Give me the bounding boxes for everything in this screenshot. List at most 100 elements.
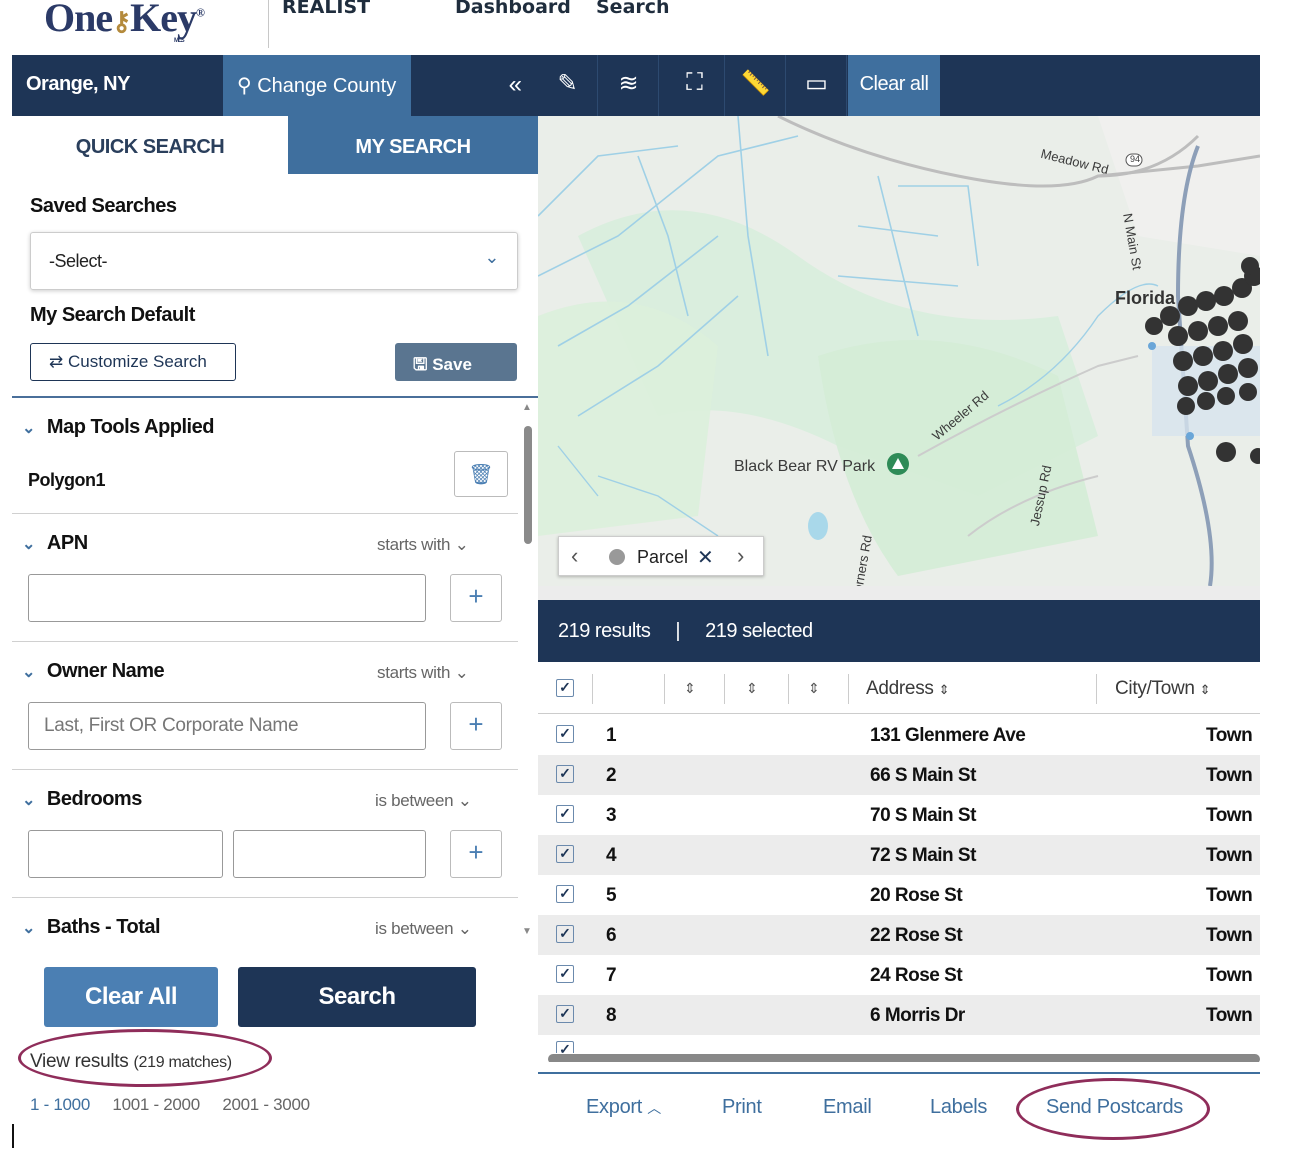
apn-section[interactable]: ⌄ APN	[22, 532, 88, 555]
bedrooms-max-input[interactable]	[233, 830, 426, 878]
column-divider	[788, 674, 789, 704]
onekey-logo[interactable]: One⚷Key® MLS	[44, 0, 205, 44]
table-row[interactable]: ✓ 1 131 Glenmere Ave Town	[538, 715, 1260, 755]
county-name: Orange, NY	[26, 73, 130, 95]
table-row[interactable]: ✓ 7 24 Rose St Town	[538, 955, 1260, 995]
scroll-up-icon[interactable]: ▲	[522, 402, 532, 413]
scroll-down-icon[interactable]: ▼	[522, 926, 532, 937]
table-row[interactable]: ✓ 5 20 Rose St Town	[538, 875, 1260, 915]
row-checkbox[interactable]: ✓	[556, 845, 574, 863]
row-checkbox[interactable]: ✓	[556, 925, 574, 943]
ruler-icon[interactable]: 📏	[726, 55, 786, 116]
save-button[interactable]: 🖫 Save	[395, 343, 517, 381]
add-apn-button[interactable]: +	[450, 574, 502, 622]
chevron-right-icon[interactable]: ›	[737, 543, 744, 569]
pencil-icon[interactable]: ✎	[538, 55, 598, 116]
select-all-checkbox[interactable]: ✓	[556, 679, 574, 697]
criteria-scrollbar[interactable]: ▲ ▼	[522, 402, 532, 937]
chevron-down-icon: ⌄	[454, 663, 469, 682]
sort-icon[interactable]: ⇕	[746, 680, 758, 697]
row-city: Town	[1206, 885, 1253, 906]
owner-condition-dropdown[interactable]: starts with ⌄	[377, 663, 469, 683]
map-marker-icon: ⚲	[237, 75, 252, 97]
row-checkbox[interactable]: ✓	[556, 725, 574, 743]
sort-icon[interactable]: ⇕	[684, 680, 696, 697]
chevron-left-icon[interactable]: ‹	[571, 543, 578, 569]
delete-polygon-button[interactable]: 🗑	[454, 451, 508, 497]
change-county-button[interactable]: ⚲ Change County	[223, 55, 411, 116]
baths-section[interactable]: ⌄ Baths - Total	[22, 916, 161, 939]
row-checkbox[interactable]: ✓	[556, 885, 574, 903]
apn-input[interactable]	[28, 574, 426, 622]
bedrooms-min-input[interactable]	[28, 830, 223, 878]
table-row-partial[interactable]: ✓	[538, 1035, 1260, 1053]
nav-dashboard[interactable]: Dashboard	[455, 0, 571, 18]
row-number: 3	[606, 805, 617, 826]
table-row[interactable]: ✓ 3 70 S Main St Town	[538, 795, 1260, 835]
page-link[interactable]: 1 - 1000	[30, 1095, 90, 1114]
tab-quick-search[interactable]: QUICK SEARCH	[12, 116, 288, 174]
address-column-header[interactable]: Address ⇕	[866, 678, 949, 700]
bedrooms-condition: is between	[375, 791, 454, 810]
collapse-panel-icon[interactable]: «	[509, 71, 522, 99]
row-checkbox[interactable]: ✓	[556, 805, 574, 823]
product-name: REALIST	[282, 0, 371, 18]
email-button[interactable]: Email	[823, 1096, 872, 1119]
baths-title: Baths - Total	[46, 916, 161, 938]
row-address: 72 S Main St	[870, 845, 976, 866]
sort-icon[interactable]: ⇕	[808, 680, 820, 697]
baths-condition-dropdown[interactable]: is between ⌄	[375, 919, 472, 939]
nav-search[interactable]: Search	[596, 0, 670, 18]
comment-icon[interactable]: ▭	[787, 55, 847, 116]
labels-button[interactable]: Labels	[930, 1096, 987, 1119]
my-search-default-label: My Search Default	[30, 304, 195, 326]
table-horizontal-scrollbar[interactable]	[548, 1054, 1260, 1062]
sort-icon: ⇕	[1199, 682, 1211, 697]
table-row[interactable]: ✓ 4 72 S Main St Town	[538, 835, 1260, 875]
map-tools-section[interactable]: ⌄ Map Tools Applied	[22, 416, 214, 439]
row-checkbox[interactable]: ✓	[556, 965, 574, 983]
bedrooms-condition-dropdown[interactable]: is between ⌄	[375, 791, 472, 811]
export-button[interactable]: Export ︿	[586, 1096, 661, 1119]
chevron-up-icon: ︿	[647, 1100, 661, 1116]
table-row[interactable]: ✓ 6 22 Rose St Town	[538, 915, 1260, 955]
scrollbar-thumb[interactable]	[524, 426, 532, 544]
page-link[interactable]: 2001 - 3000	[222, 1095, 310, 1114]
owner-name-section[interactable]: ⌄ Owner Name	[22, 660, 165, 683]
page-link[interactable]: 1001 - 2000	[112, 1095, 200, 1114]
add-owner-button[interactable]: +	[450, 702, 502, 750]
close-icon[interactable]: ✕	[697, 545, 714, 570]
owner-condition: starts with	[377, 663, 451, 682]
row-city: Town	[1206, 1005, 1253, 1026]
add-bedrooms-button[interactable]: +	[450, 830, 502, 878]
row-checkbox[interactable]: ✓	[556, 1041, 574, 1053]
clear-all-map-button[interactable]: Clear all	[848, 55, 940, 116]
owner-name-input[interactable]: Last, First OR Corporate Name	[28, 702, 426, 750]
clear-all-button[interactable]: Clear All	[44, 967, 218, 1027]
city-column-header[interactable]: City/Town ⇕	[1115, 678, 1211, 700]
criteria-scroll-area[interactable]: ⌄ Map Tools Applied Polygon1 🗑 ⌄ APN start…	[12, 398, 538, 946]
apn-title: APN	[46, 532, 88, 554]
map-view[interactable]: Black Bear RV Park Florida Meadow Rd Whe…	[538, 116, 1260, 586]
search-button[interactable]: Search	[238, 967, 476, 1027]
table-row[interactable]: ✓ 8 6 Morris Dr Town	[538, 995, 1260, 1035]
print-button[interactable]: Print	[722, 1096, 762, 1119]
apn-condition: starts with	[377, 535, 451, 554]
customize-search-button[interactable]: ⇄ Customize Search	[30, 343, 236, 381]
map-icon[interactable]: ⛶	[665, 55, 725, 116]
layers-icon[interactable]: ≋	[599, 55, 659, 116]
bedrooms-section[interactable]: ⌄ Bedrooms	[22, 788, 142, 811]
sort-icon: ⇕	[938, 682, 950, 697]
tab-my-search[interactable]: MY SEARCH	[288, 116, 538, 174]
address-header-label: Address	[866, 678, 934, 699]
apn-condition-dropdown[interactable]: starts with ⌄	[377, 535, 469, 555]
row-checkbox[interactable]: ✓	[556, 765, 574, 783]
row-checkbox[interactable]: ✓	[556, 1005, 574, 1023]
table-row[interactable]: ✓ 2 66 S Main St Town	[538, 755, 1260, 795]
key-icon: ⚷	[112, 6, 131, 36]
actions-divider	[538, 1072, 1260, 1074]
saved-searches-select[interactable]: -Select- ⌄	[30, 232, 518, 290]
logo-sub: MLS	[174, 38, 185, 44]
row-city: Town	[1206, 725, 1253, 746]
map-results-divider[interactable]	[538, 586, 1260, 600]
